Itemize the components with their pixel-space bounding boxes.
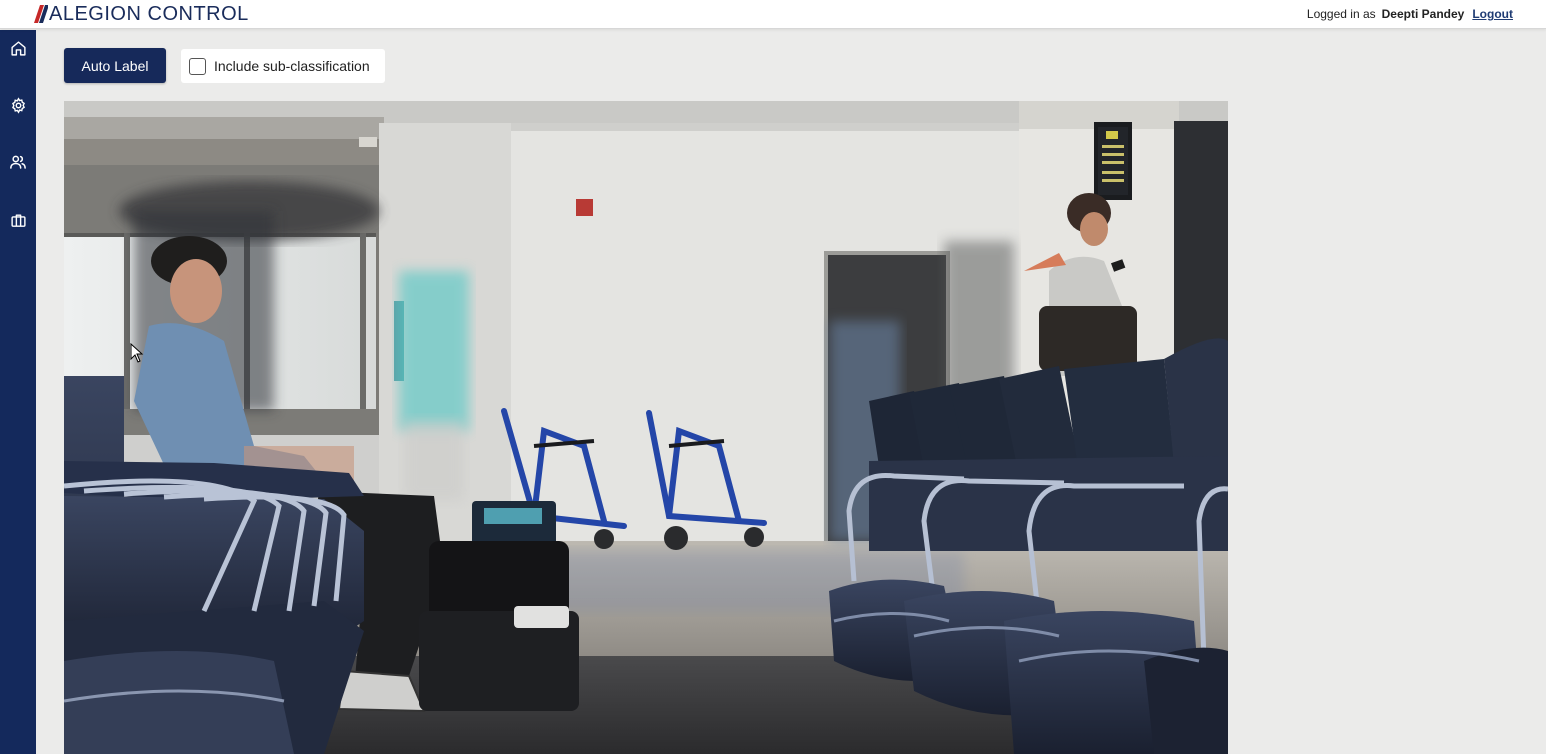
include-subclassification-label: Include sub-classification [214,58,370,74]
users-icon[interactable] [8,152,28,172]
alegion-control-logo[interactable]: ALEGION CONTROL [34,3,249,25]
include-subclassification-checkbox[interactable] [189,57,206,75]
sidebar [0,30,36,754]
top-bar: ALEGION CONTROL Logged in as Deepti Pand… [0,0,1546,29]
user-area: Logged in as Deepti Pandey Logout [1307,7,1513,21]
airport-waiting-area-photo [64,101,1228,754]
briefcase-icon[interactable] [8,210,28,230]
include-subclassification-toggle[interactable]: Include sub-classification [181,49,385,83]
annotation-image[interactable] [64,101,1228,754]
user-name: Deepti Pandey [1381,7,1465,21]
logout-link[interactable]: Logout [1472,7,1513,21]
gear-icon[interactable] [8,95,28,115]
logo-text: ALEGION CONTROL [49,3,249,25]
logged-in-label: Logged in as [1306,7,1376,21]
logo-slash-icon [34,5,48,23]
home-icon[interactable] [8,38,28,58]
mouse-cursor-icon [130,343,144,363]
auto-label-button[interactable]: Auto Label [64,48,166,83]
